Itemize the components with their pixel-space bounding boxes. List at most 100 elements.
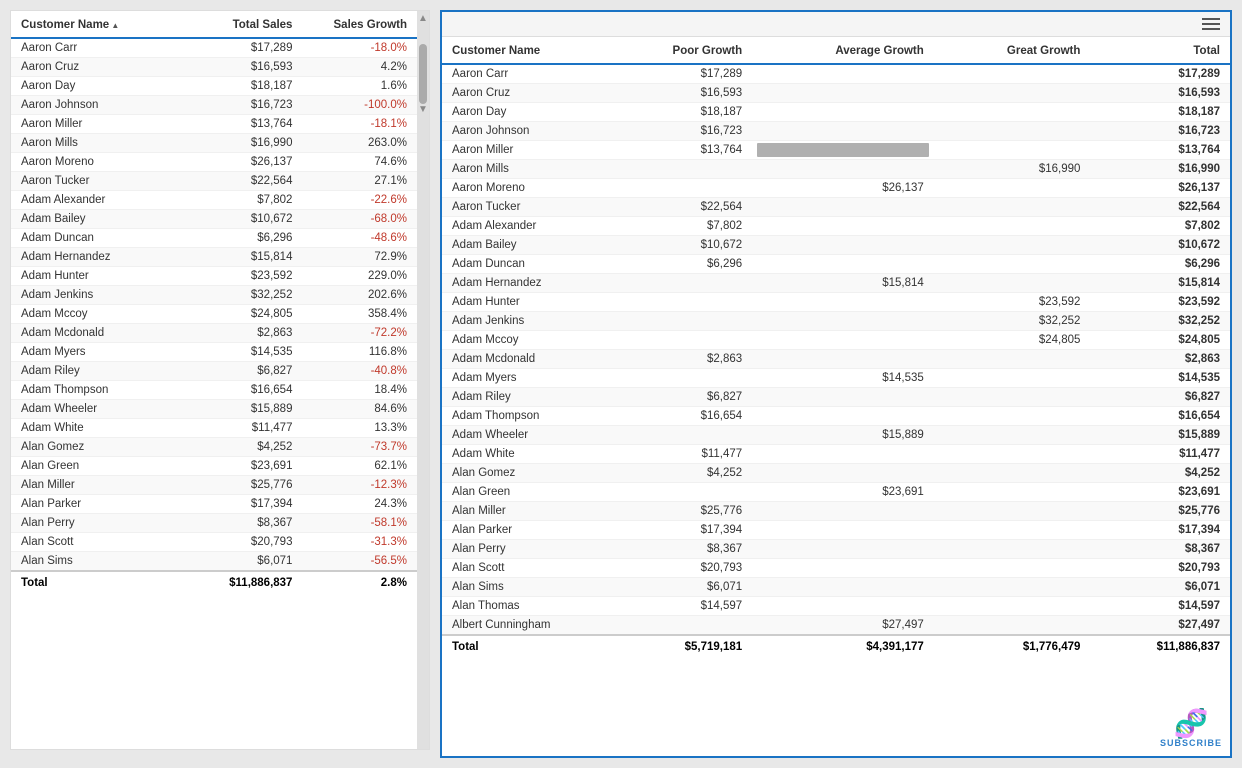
table-cell: $14,597 bbox=[1090, 597, 1230, 616]
table-cell: $17,289 bbox=[188, 38, 303, 58]
table-cell bbox=[752, 217, 934, 236]
table-cell bbox=[934, 521, 1091, 540]
right-col-great[interactable]: Great Growth bbox=[934, 37, 1091, 64]
hamburger-menu-icon[interactable] bbox=[1202, 18, 1220, 30]
table-cell bbox=[752, 312, 934, 331]
table-cell: -72.2% bbox=[302, 324, 417, 343]
table-cell: Alan Perry bbox=[442, 540, 602, 559]
left-col-sales[interactable]: Total Sales bbox=[188, 11, 303, 38]
table-cell: Alan Scott bbox=[442, 559, 602, 578]
scroll-up-arrow[interactable]: ▲ bbox=[418, 13, 428, 24]
table-cell: Adam Bailey bbox=[442, 236, 602, 255]
table-cell: $4,252 bbox=[1090, 464, 1230, 483]
table-cell: $7,802 bbox=[188, 191, 303, 210]
table-cell: $22,564 bbox=[1090, 198, 1230, 217]
table-cell: $23,691 bbox=[752, 483, 934, 502]
table-cell: Adam Hunter bbox=[11, 267, 188, 286]
left-col-growth[interactable]: Sales Growth bbox=[302, 11, 417, 38]
left-panel: Customer Name Total Sales Sales Growth A… bbox=[10, 10, 430, 750]
table-cell: 62.1% bbox=[302, 457, 417, 476]
table-cell bbox=[934, 84, 1091, 103]
table-cell: 74.6% bbox=[302, 153, 417, 172]
table-cell bbox=[934, 369, 1091, 388]
right-table-wrapper[interactable]: Customer Name Poor Growth Average Growth… bbox=[442, 37, 1230, 756]
table-cell: $16,654 bbox=[188, 381, 303, 400]
table-row: Adam Mcdonald$2,863-72.2% bbox=[11, 324, 417, 343]
table-cell: $24,805 bbox=[1090, 331, 1230, 350]
table-cell: Aaron Johnson bbox=[11, 96, 188, 115]
table-cell: $6,296 bbox=[602, 255, 752, 274]
table-cell bbox=[752, 559, 934, 578]
footer-cell: Total bbox=[11, 571, 188, 594]
table-cell: $23,691 bbox=[188, 457, 303, 476]
table-cell: $8,367 bbox=[188, 514, 303, 533]
table-cell: Alan Miller bbox=[11, 476, 188, 495]
table-cell: $2,863 bbox=[1090, 350, 1230, 369]
table-cell: Adam White bbox=[442, 445, 602, 464]
right-col-average[interactable]: Average Growth bbox=[752, 37, 934, 64]
table-row: Adam Duncan$6,296-48.6% bbox=[11, 229, 417, 248]
table-cell: Alan Sims bbox=[11, 552, 188, 572]
table-cell bbox=[934, 350, 1091, 369]
table-cell bbox=[934, 122, 1091, 141]
right-col-total[interactable]: Total bbox=[1090, 37, 1230, 64]
table-cell: Adam Alexander bbox=[442, 217, 602, 236]
table-cell: 229.0% bbox=[302, 267, 417, 286]
table-row: Aaron Day$18,187$18,187 bbox=[442, 103, 1230, 122]
table-row: Alan Gomez$4,252$4,252 bbox=[442, 464, 1230, 483]
table-cell: $16,654 bbox=[602, 407, 752, 426]
right-panel: Customer Name Poor Growth Average Growth… bbox=[440, 10, 1232, 758]
table-cell: Adam Jenkins bbox=[442, 312, 602, 331]
table-cell: -73.7% bbox=[302, 438, 417, 457]
table-cell: Adam Duncan bbox=[11, 229, 188, 248]
table-row: Alan Gomez$4,252-73.7% bbox=[11, 438, 417, 457]
table-cell bbox=[752, 502, 934, 521]
table-cell: $2,863 bbox=[188, 324, 303, 343]
table-row: Adam Riley$6,827-40.8% bbox=[11, 362, 417, 381]
table-cell: $23,592 bbox=[1090, 293, 1230, 312]
table-cell bbox=[934, 502, 1091, 521]
table-cell: $6,071 bbox=[188, 552, 303, 572]
table-cell: $23,592 bbox=[934, 293, 1091, 312]
table-row: Alan Miller$25,776$25,776 bbox=[442, 502, 1230, 521]
table-row: Adam Duncan$6,296$6,296 bbox=[442, 255, 1230, 274]
left-table-scroll[interactable]: Customer Name Total Sales Sales Growth A… bbox=[11, 11, 417, 749]
table-cell: $32,252 bbox=[934, 312, 1091, 331]
table-cell: 24.3% bbox=[302, 495, 417, 514]
table-cell bbox=[752, 64, 934, 84]
table-cell: Alan Green bbox=[11, 457, 188, 476]
right-col-poor[interactable]: Poor Growth bbox=[602, 37, 752, 64]
table-row: Adam Mccoy$24,805358.4% bbox=[11, 305, 417, 324]
table-cell: $13,764 bbox=[1090, 141, 1230, 160]
table-cell: $15,889 bbox=[752, 426, 934, 445]
table-row: Adam Riley$6,827$6,827 bbox=[442, 388, 1230, 407]
left-col-customer[interactable]: Customer Name bbox=[11, 11, 188, 38]
table-cell: $10,672 bbox=[1090, 236, 1230, 255]
table-row: Alan Scott$20,793$20,793 bbox=[442, 559, 1230, 578]
table-cell bbox=[752, 198, 934, 217]
table-cell: 263.0% bbox=[302, 134, 417, 153]
table-cell: Aaron Mills bbox=[442, 160, 602, 179]
table-row: Adam Mcdonald$2,863$2,863 bbox=[442, 350, 1230, 369]
table-cell: $27,497 bbox=[1090, 616, 1230, 636]
table-cell: $23,592 bbox=[188, 267, 303, 286]
table-row: Adam Bailey$10,672-68.0% bbox=[11, 210, 417, 229]
left-scrollbar[interactable]: ▲ ▼ bbox=[417, 11, 429, 749]
table-cell: $15,814 bbox=[188, 248, 303, 267]
table-cell bbox=[752, 331, 934, 350]
footer-cell: $11,886,837 bbox=[188, 571, 303, 594]
table-cell: $32,252 bbox=[188, 286, 303, 305]
table-row: Alan Perry$8,367-58.1% bbox=[11, 514, 417, 533]
table-cell: $27,497 bbox=[752, 616, 934, 636]
right-col-customer[interactable]: Customer Name bbox=[442, 37, 602, 64]
footer-cell: $5,719,181 bbox=[602, 635, 752, 658]
table-row: Adam Alexander$7,802-22.6% bbox=[11, 191, 417, 210]
scroll-thumb[interactable] bbox=[419, 44, 427, 104]
table-cell: Adam Mccoy bbox=[11, 305, 188, 324]
scroll-down-arrow[interactable]: ▼ bbox=[418, 104, 428, 115]
table-cell: Aaron Day bbox=[11, 77, 188, 96]
table-cell: Adam Thompson bbox=[442, 407, 602, 426]
table-cell: Aaron Cruz bbox=[442, 84, 602, 103]
table-cell: $14,535 bbox=[188, 343, 303, 362]
table-cell bbox=[934, 274, 1091, 293]
